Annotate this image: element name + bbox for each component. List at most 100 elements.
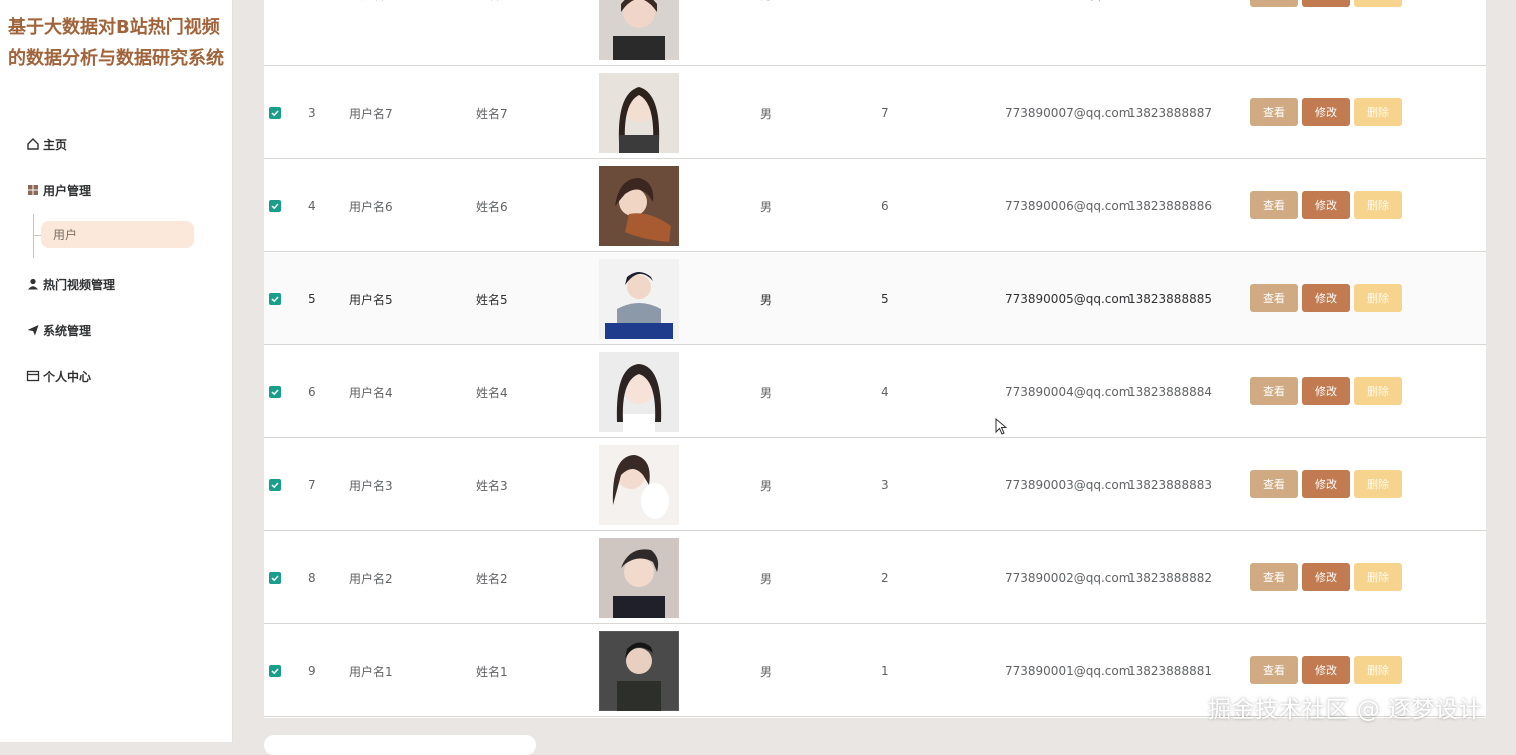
row-email: 773890006@qq.com (1005, 199, 1131, 213)
row-number: 1 (881, 664, 889, 678)
row-phone: 13823888885 (1128, 292, 1212, 306)
avatar (599, 166, 679, 246)
card-icon (26, 370, 40, 382)
view-button[interactable]: 查看 (1250, 191, 1298, 219)
edit-button[interactable]: 修改 (1302, 656, 1350, 684)
row-email: 773890005@qq.com (1005, 292, 1131, 306)
view-button[interactable]: 查看 (1250, 470, 1298, 498)
delete-button[interactable]: 删除 (1354, 0, 1402, 7)
row-name: 姓名5 (476, 292, 508, 307)
row-email: 773890004@qq.com (1005, 385, 1131, 399)
row-phone: 13823888887 (1128, 106, 1212, 120)
delete-button[interactable]: 删除 (1354, 284, 1402, 312)
avatar (599, 73, 679, 153)
row-number: 3 (881, 478, 889, 492)
delete-button[interactable]: 删除 (1354, 656, 1402, 684)
view-button[interactable]: 查看 (1250, 284, 1298, 312)
avatar (599, 631, 679, 711)
row-sex: 男 (760, 199, 773, 214)
row-checkbox[interactable] (269, 386, 281, 398)
row-name: 姓名8 (476, 0, 508, 40)
edit-button[interactable]: 修改 (1302, 191, 1350, 219)
view-button[interactable]: 查看 (1250, 0, 1298, 7)
row-phone: 13823888881 (1128, 664, 1212, 678)
view-button[interactable]: 查看 (1250, 98, 1298, 126)
nav-home[interactable]: 主页 (26, 134, 67, 154)
edit-button[interactable]: 修改 (1302, 563, 1350, 591)
table-row: 6 用户名4 姓名4 男 4 773890004@qq.com 13823888… (264, 346, 1486, 438)
row-index: 4 (308, 199, 316, 213)
row-checkbox[interactable] (269, 107, 281, 119)
watermark: 掘金技术社区 @ 逐梦设计 (1208, 697, 1483, 723)
row-index: 5 (308, 292, 316, 306)
delete-button[interactable]: 删除 (1354, 470, 1402, 498)
row-email: 773890007@qq.com (1005, 106, 1131, 120)
row-sex: 男 (760, 664, 773, 679)
delete-button[interactable]: 删除 (1354, 191, 1402, 219)
delete-button[interactable]: 删除 (1354, 563, 1402, 591)
avatar (599, 445, 679, 525)
nav-hot-video-management-label: 热门视频管理 (43, 277, 116, 292)
row-username: 用户名5 (349, 292, 393, 307)
table-row: 7 用户名3 姓名3 男 3 773890003@qq.com 13823888… (264, 439, 1486, 531)
table-row: 2 用户名8 姓名8 男 8 773890008@qq.com 13823888… (264, 0, 1486, 66)
row-sex: 男 (760, 106, 773, 121)
row-phone: 13823888882 (1128, 571, 1212, 585)
row-phone: 13823888888 (1128, 0, 1212, 40)
view-button[interactable]: 查看 (1250, 563, 1298, 591)
row-index: 3 (308, 106, 316, 120)
row-number: 6 (881, 199, 889, 213)
table-row: 5 用户名5 姓名5 男 5 773890005@qq.com 13823888… (264, 253, 1486, 345)
row-phone: 13823888886 (1128, 199, 1212, 213)
row-name: 姓名7 (476, 106, 508, 121)
avatar (599, 259, 679, 339)
person-icon (28, 278, 38, 290)
delete-button[interactable]: 删除 (1354, 98, 1402, 126)
row-sex: 男 (760, 385, 773, 400)
nav-system-management[interactable]: 系统管理 (26, 320, 91, 340)
row-name: 姓名1 (476, 664, 508, 679)
nav-user-management-label: 用户管理 (43, 183, 92, 198)
table-row: 3 用户名7 姓名7 男 7 773890007@qq.com 13823888… (264, 67, 1486, 159)
row-email: 773890001@qq.com (1005, 664, 1131, 678)
sidebar-item-user[interactable]: 用户 (41, 221, 194, 248)
app-title: 基于大数据对B站热门视频的数据分析与数据研究系统 (8, 17, 224, 69)
row-phone: 13823888883 (1128, 478, 1212, 492)
row-checkbox[interactable] (269, 479, 281, 491)
nav-personal-center[interactable]: 个人中心 (26, 366, 91, 386)
row-number: 2 (881, 571, 889, 585)
row-checkbox[interactable] (269, 572, 281, 584)
edit-button[interactable]: 修改 (1302, 98, 1350, 126)
row-username: 用户名3 (349, 478, 393, 493)
avatar (599, 352, 679, 432)
nav-hot-video-management[interactable]: 热门视频管理 (26, 274, 115, 294)
row-name: 姓名2 (476, 571, 508, 586)
row-index: 8 (308, 571, 316, 585)
home-icon (27, 138, 39, 150)
row-phone: 13823888884 (1128, 385, 1212, 399)
nav-user-management[interactable]: 用户管理 (26, 180, 91, 200)
row-email: 773890008@qq.com (1005, 0, 1130, 40)
row-checkbox[interactable] (269, 293, 281, 305)
row-email: 773890003@qq.com (1005, 478, 1131, 492)
edit-button[interactable]: 修改 (1302, 0, 1350, 7)
table-row: 8 用户名2 姓名2 男 2 773890002@qq.com 13823888… (264, 532, 1486, 624)
edit-button[interactable]: 修改 (1302, 377, 1350, 405)
avatar (599, 538, 679, 618)
view-button[interactable]: 查看 (1250, 377, 1298, 405)
delete-button[interactable]: 删除 (1354, 377, 1402, 405)
row-sex: 男 (760, 478, 773, 493)
grid-icon (28, 185, 38, 195)
view-button[interactable]: 查看 (1250, 656, 1298, 684)
row-email: 773890002@qq.com (1005, 571, 1131, 585)
row-username: 用户名8 (349, 0, 393, 40)
row-checkbox[interactable] (269, 665, 281, 677)
row-index: 6 (308, 385, 316, 399)
nav-personal-center-label: 个人中心 (43, 369, 92, 384)
row-index: 9 (308, 664, 316, 678)
edit-button[interactable]: 修改 (1302, 470, 1350, 498)
row-number: 4 (881, 385, 889, 399)
row-checkbox[interactable] (269, 200, 281, 212)
row-username: 用户名1 (349, 664, 393, 679)
edit-button[interactable]: 修改 (1302, 284, 1350, 312)
